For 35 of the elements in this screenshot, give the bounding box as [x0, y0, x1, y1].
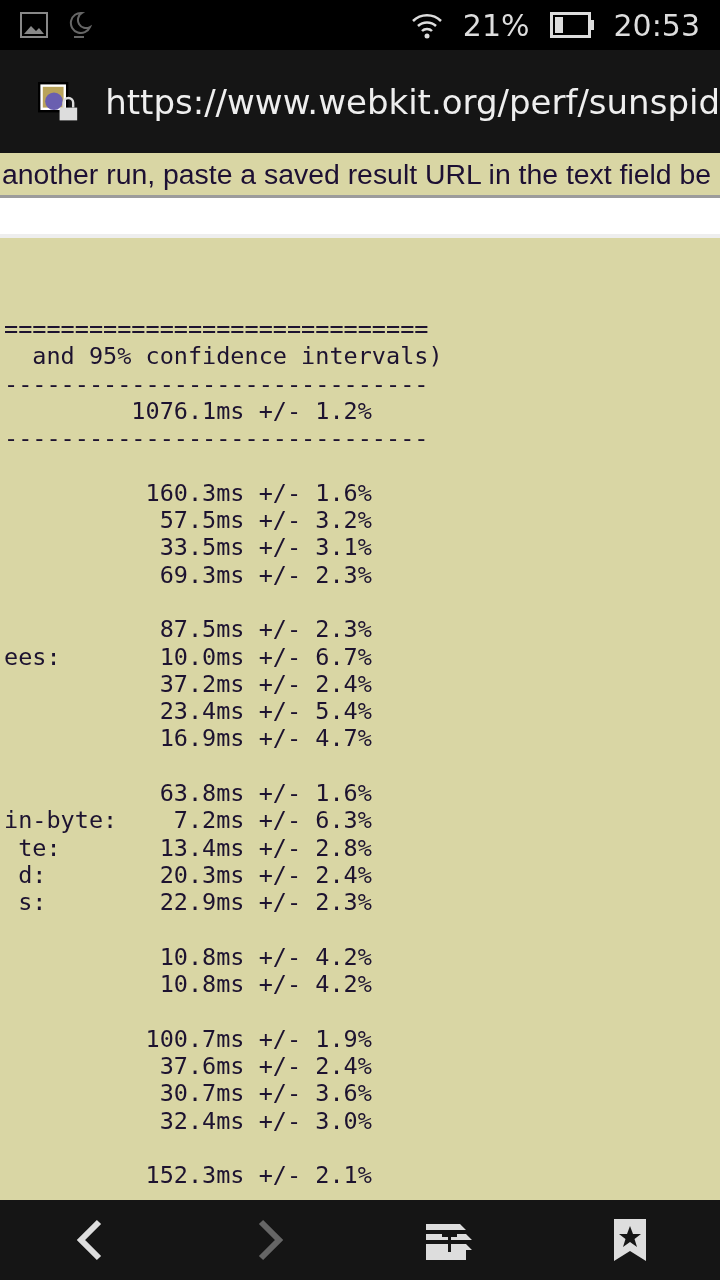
report-line: 30.7ms +/- 3.6%	[158, 1080, 372, 1108]
report-line: 37.2ms +/- 2.4%	[158, 670, 372, 699]
report-line: 69.3ms +/- 2.3%	[158, 561, 372, 589]
report-line: and 95% confidence intervals)	[31, 343, 443, 371]
wifi-icon	[410, 11, 443, 39]
report-line: ------------------------------	[4, 425, 429, 453]
report-line: in-byte: 7.2ms +/- 6.3%	[4, 807, 372, 835]
moon-icon	[68, 11, 92, 39]
report-line: d: 20.3ms +/- 2.4%	[17, 861, 372, 890]
report-line: te: 13.4ms +/- 2.8%	[17, 834, 372, 862]
report-line: 33.5ms +/- 3.1%	[158, 534, 372, 562]
report-line: 100.7ms +/- 1.9%	[144, 1025, 372, 1053]
report-line: 63.8ms +/- 1.6%	[158, 780, 372, 808]
report-line: 152.3ms +/- 2.1%	[144, 1162, 372, 1190]
banner-text: another run, paste a saved result URL in the text field be	[1, 157, 712, 191]
battery-icon	[549, 12, 594, 38]
report-line: 57.5ms +/- 3.2%	[158, 507, 372, 535]
bookmark-icon	[614, 1219, 646, 1261]
report-line: 160.3ms +/- 1.6%	[144, 479, 372, 508]
clock: 20:53	[613, 7, 700, 43]
report-line: 23.4ms +/- 5.4%	[158, 698, 372, 726]
report-line: 10.8ms +/- 4.2%	[158, 943, 372, 972]
report-line: 10.8ms +/- 4.2%	[158, 971, 372, 999]
report-line: s: 22.9ms +/- 2.3%	[17, 889, 372, 917]
report-line: ==============================	[4, 316, 429, 344]
report-line: ------------------------------	[4, 370, 429, 398]
report-line: 87.5ms +/- 2.3%	[158, 616, 372, 644]
battery-percent: 21%	[462, 7, 530, 43]
report-line: ees: 10.0ms +/- 6.7%	[4, 643, 372, 671]
report-line: 16.9ms +/- 4.7%	[158, 725, 372, 753]
image-icon	[20, 12, 48, 38]
report-line: 1076.1ms +/- 1.2%	[130, 397, 372, 426]
report-line: 37.6ms +/- 2.4%	[158, 1053, 372, 1081]
url-input-field[interactable]	[0, 198, 720, 238]
report-line: 32.4ms +/- 3.0%	[158, 1107, 372, 1135]
